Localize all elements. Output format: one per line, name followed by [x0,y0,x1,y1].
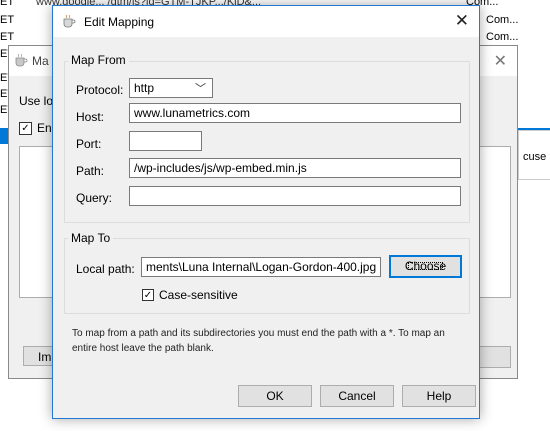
info-line-2: entire host leave the path blank. [72,343,214,354]
side-panel: cuse [518,130,550,180]
ok-button[interactable]: OK [238,385,312,407]
help-button[interactable]: Help [402,385,476,407]
side-text: cuse [523,151,547,163]
case-sensitive-label: Case-sensitive [159,288,238,302]
chevron-down-icon: ﹀ [195,83,206,95]
table-cell: ET [0,14,15,26]
query-label: Query: [76,191,113,205]
port-field[interactable] [129,131,202,151]
protocol-label: Protocol: [76,83,124,97]
local-path-label: Local path: [76,262,135,276]
table-cell: Com... [486,14,519,26]
use-label: Use lo [19,94,54,108]
coffee-cup-icon [15,53,28,67]
host-field[interactable]: www.lunametrics.com [129,103,461,123]
table-cell: ET [0,31,15,43]
table-cell: ET [0,0,15,8]
case-sensitive-checkbox[interactable]: ✓ [142,289,154,301]
table-cell: Com... [486,31,519,43]
protocol-value: http [134,81,155,95]
path-field[interactable]: /wp-includes/js/wp-embed.min.js [129,158,461,178]
choose-button[interactable]: Choose [389,255,462,278]
background-dialog-title: Ma [32,54,49,68]
map-to-legend: Map To [68,231,114,245]
info-line-1: To map from a path and its subdirectorie… [72,328,445,339]
host-label: Host: [76,110,105,124]
cancel-button[interactable]: Cancel [320,385,394,407]
path-label: Path: [76,164,105,178]
enable-checkbox[interactable]: ✓ [19,122,32,135]
local-path-field[interactable]: ments\Luna Internal\Logan-Gordon-400.jpg [141,257,381,277]
port-label: Port: [76,137,102,151]
info-text: To map from a path and its subdirectorie… [72,326,467,356]
choose-button-label: Choose [404,259,447,273]
query-field[interactable] [129,186,461,206]
close-icon[interactable]: ✕ [455,11,469,31]
close-icon[interactable]: ✕ [494,51,507,71]
edit-mapping-dialog: Edit Mapping ✕ Map From Protocol: http ﹀… [52,5,480,419]
map-from-legend: Map From [68,53,129,67]
protocol-select[interactable]: http ﹀ [129,78,213,98]
enable-label: En [37,121,52,135]
dialog-titlebar: Edit Mapping ✕ [53,6,479,37]
coffee-cup-icon [63,14,76,28]
dialog-title: Edit Mapping [84,15,155,29]
